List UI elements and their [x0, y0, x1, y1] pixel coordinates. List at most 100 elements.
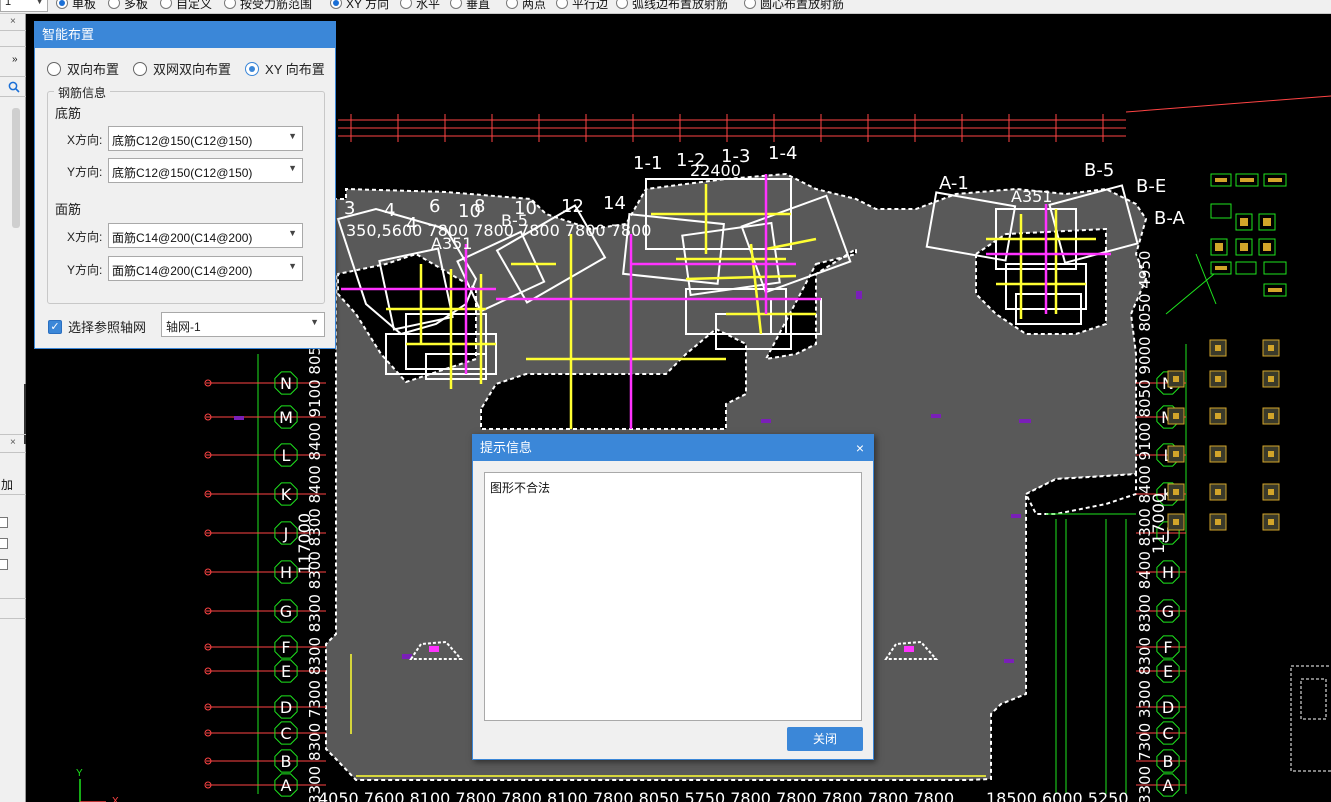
row-checkbox[interactable] — [0, 559, 8, 570]
top-dimension-lines — [338, 95, 1331, 137]
column-marker-core — [1173, 451, 1179, 457]
toolbar-radio-1[interactable]: 多板 — [108, 0, 148, 12]
toolbar-radio-0[interactable]: 单板 — [56, 0, 96, 12]
smart-layout-title: 智能布置 — [35, 22, 335, 48]
row-axis-label: L — [282, 446, 291, 465]
row-axis-label: C — [1162, 724, 1173, 743]
panel-close-icon[interactable]: × — [10, 437, 16, 448]
mode-double-mesh-radio[interactable]: 双网双向布置 — [133, 59, 231, 78]
mode-label: XY 向布置 — [265, 62, 325, 77]
smart-layout-panel: 智能布置 双向布置 双网双向布置 XY 向布置 钢筋信息 底筋 X方向: 底筋C… — [34, 21, 336, 349]
bottom-y-row: Y方向: 底筋C12@150(C12@150) ▼ — [55, 158, 311, 184]
column-marker-core — [1268, 376, 1274, 382]
row-axis-label: E — [1163, 662, 1173, 681]
radio-circle — [330, 0, 342, 9]
svg-text:8: 8 — [474, 196, 485, 217]
svg-text:14: 14 — [603, 193, 626, 214]
top-x-select[interactable]: 面筋C14@200(C14@200) ▼ — [108, 223, 303, 248]
column-marker-core — [1215, 489, 1221, 495]
close-icon[interactable]: × — [856, 435, 864, 461]
ref-axis-checkbox-row[interactable]: ✓ 选择参照轴网 — [48, 317, 146, 336]
svg-text:12: 12 — [561, 196, 584, 217]
toolbar-radio-7[interactable]: 两点 — [506, 0, 546, 12]
toolbar-radio-2[interactable]: 自定义 — [160, 0, 212, 12]
bottom-x-value: 底筋C12@150(C12@150) — [112, 134, 253, 148]
mode-xy-radio[interactable]: XY 向布置 — [245, 59, 325, 78]
row-axis-label: J — [283, 524, 289, 543]
top-x-label: X方向: — [67, 230, 103, 244]
ref-axis-label: 选择参照轴网 — [68, 320, 147, 335]
top-y-select[interactable]: 面筋C14@200(C14@200) ▼ — [108, 256, 303, 281]
row-axis-label: H — [280, 563, 292, 582]
checkmark-icon[interactable]: ✓ — [48, 319, 62, 334]
row-checkbox[interactable] — [0, 517, 8, 528]
panel-close-icon[interactable]: × — [10, 16, 16, 27]
column-marker-core — [1215, 376, 1221, 382]
bottom-x-select[interactable]: 底筋C12@150(C12@150) ▼ — [108, 126, 303, 151]
expand-icon[interactable]: » — [12, 54, 18, 65]
ucs-x-label: X — [112, 796, 119, 802]
toolbar-radio-label: 平行边 — [572, 0, 609, 11]
message-dialog-title: 提示信息 — [480, 440, 533, 455]
radio-circle — [47, 61, 61, 76]
row-axis-label: C — [280, 724, 291, 743]
radio-circle — [160, 0, 172, 9]
column-marker-core — [1215, 345, 1221, 351]
bottom-y-select[interactable]: 底筋C12@150(C12@150) ▼ — [108, 158, 303, 183]
toolbar-radio-label: 多板 — [124, 0, 149, 11]
divider — [0, 30, 26, 31]
toolbar-radio-5[interactable]: 水平 — [400, 0, 440, 12]
layout-mode-radios: 双向布置 双网双向布置 XY 向布置 — [47, 59, 325, 78]
top-y-label: Y方向: — [67, 263, 103, 277]
bottom-y-label: Y方向: — [67, 165, 103, 179]
search-icon[interactable] — [8, 81, 20, 96]
top-rebar-heading: 面筋 — [55, 202, 82, 217]
column-marker-core — [1268, 489, 1274, 495]
left-side-panel: × » × 加 — [0, 14, 27, 802]
radio-circle — [108, 0, 120, 9]
close-button[interactable]: 关闭 — [787, 727, 863, 751]
mode-bidirectional-radio[interactable]: 双向布置 — [47, 59, 119, 78]
svg-text:A351: A351 — [1011, 187, 1052, 206]
column-marker-core — [1215, 451, 1221, 457]
toolbar-radio-label: XY 方向 — [346, 0, 390, 11]
bottom-x-row: X方向: 底筋C12@150(C12@150) ▼ — [55, 126, 311, 152]
toolbar-radio-8[interactable]: 平行边 — [556, 0, 608, 12]
radio-circle — [616, 0, 628, 9]
toolbar-radio-6[interactable]: 垂直 — [450, 0, 490, 12]
ref-axis-select[interactable]: 轴网-1 ▼ — [161, 312, 325, 337]
row-axis-label: B — [281, 752, 292, 771]
divider — [0, 618, 26, 619]
top-toolbar: 1 ▼ 单板 多板 自定义 按受力筋范围 XY 方向 水平 垂直 两点 平行边 弧线边布置放射筋 圆… — [0, 0, 1331, 14]
column-marker-core — [1268, 413, 1274, 419]
svg-text:3300 7300 3300 8300 8300 8400: 3300 7300 3300 8300 8300 8400 8300 8400 … — [1136, 251, 1154, 802]
toolbar-radio-3[interactable]: 按受力筋范围 — [224, 0, 312, 12]
column-marker-core — [1268, 519, 1274, 525]
message-text-area[interactable]: 图形不合法 — [484, 472, 862, 721]
row-checkbox[interactable] — [0, 538, 8, 549]
divider — [0, 96, 26, 97]
add-label[interactable]: 加 — [1, 476, 13, 493]
svg-text:18500 6000 5250: 18500 6000 5250 — [986, 789, 1129, 802]
toolbar-radio-label: 两点 — [522, 0, 547, 11]
top-x-value: 面筋C14@200(C14@200) — [112, 231, 253, 245]
row-axis-label: N — [280, 374, 292, 393]
radio-circle — [744, 0, 756, 9]
layout-count-value: 1 — [5, 0, 12, 8]
radio-circle — [556, 0, 568, 9]
column-marker-core — [1173, 376, 1179, 382]
radio-circle-selected — [245, 61, 260, 76]
chevron-down-icon: ▼ — [288, 228, 297, 238]
layout-count-combo[interactable]: 1 ▼ — [0, 0, 48, 12]
panel-scrollbar[interactable] — [12, 108, 20, 228]
toolbar-radio-10[interactable]: 圆心布置放射筋 — [744, 0, 844, 12]
svg-text:B-5: B-5 — [1084, 160, 1114, 181]
rebar-info-legend: 钢筋信息 — [54, 84, 111, 101]
toolbar-radio-4[interactable]: XY 方向 — [330, 0, 389, 12]
radio-circle — [56, 0, 68, 9]
toolbar-radio-9[interactable]: 弧线边布置放射筋 — [616, 0, 728, 12]
column-marker-core — [1173, 413, 1179, 419]
divider — [0, 598, 26, 599]
radio-circle — [133, 61, 148, 76]
row-axis-label: A — [281, 776, 292, 795]
